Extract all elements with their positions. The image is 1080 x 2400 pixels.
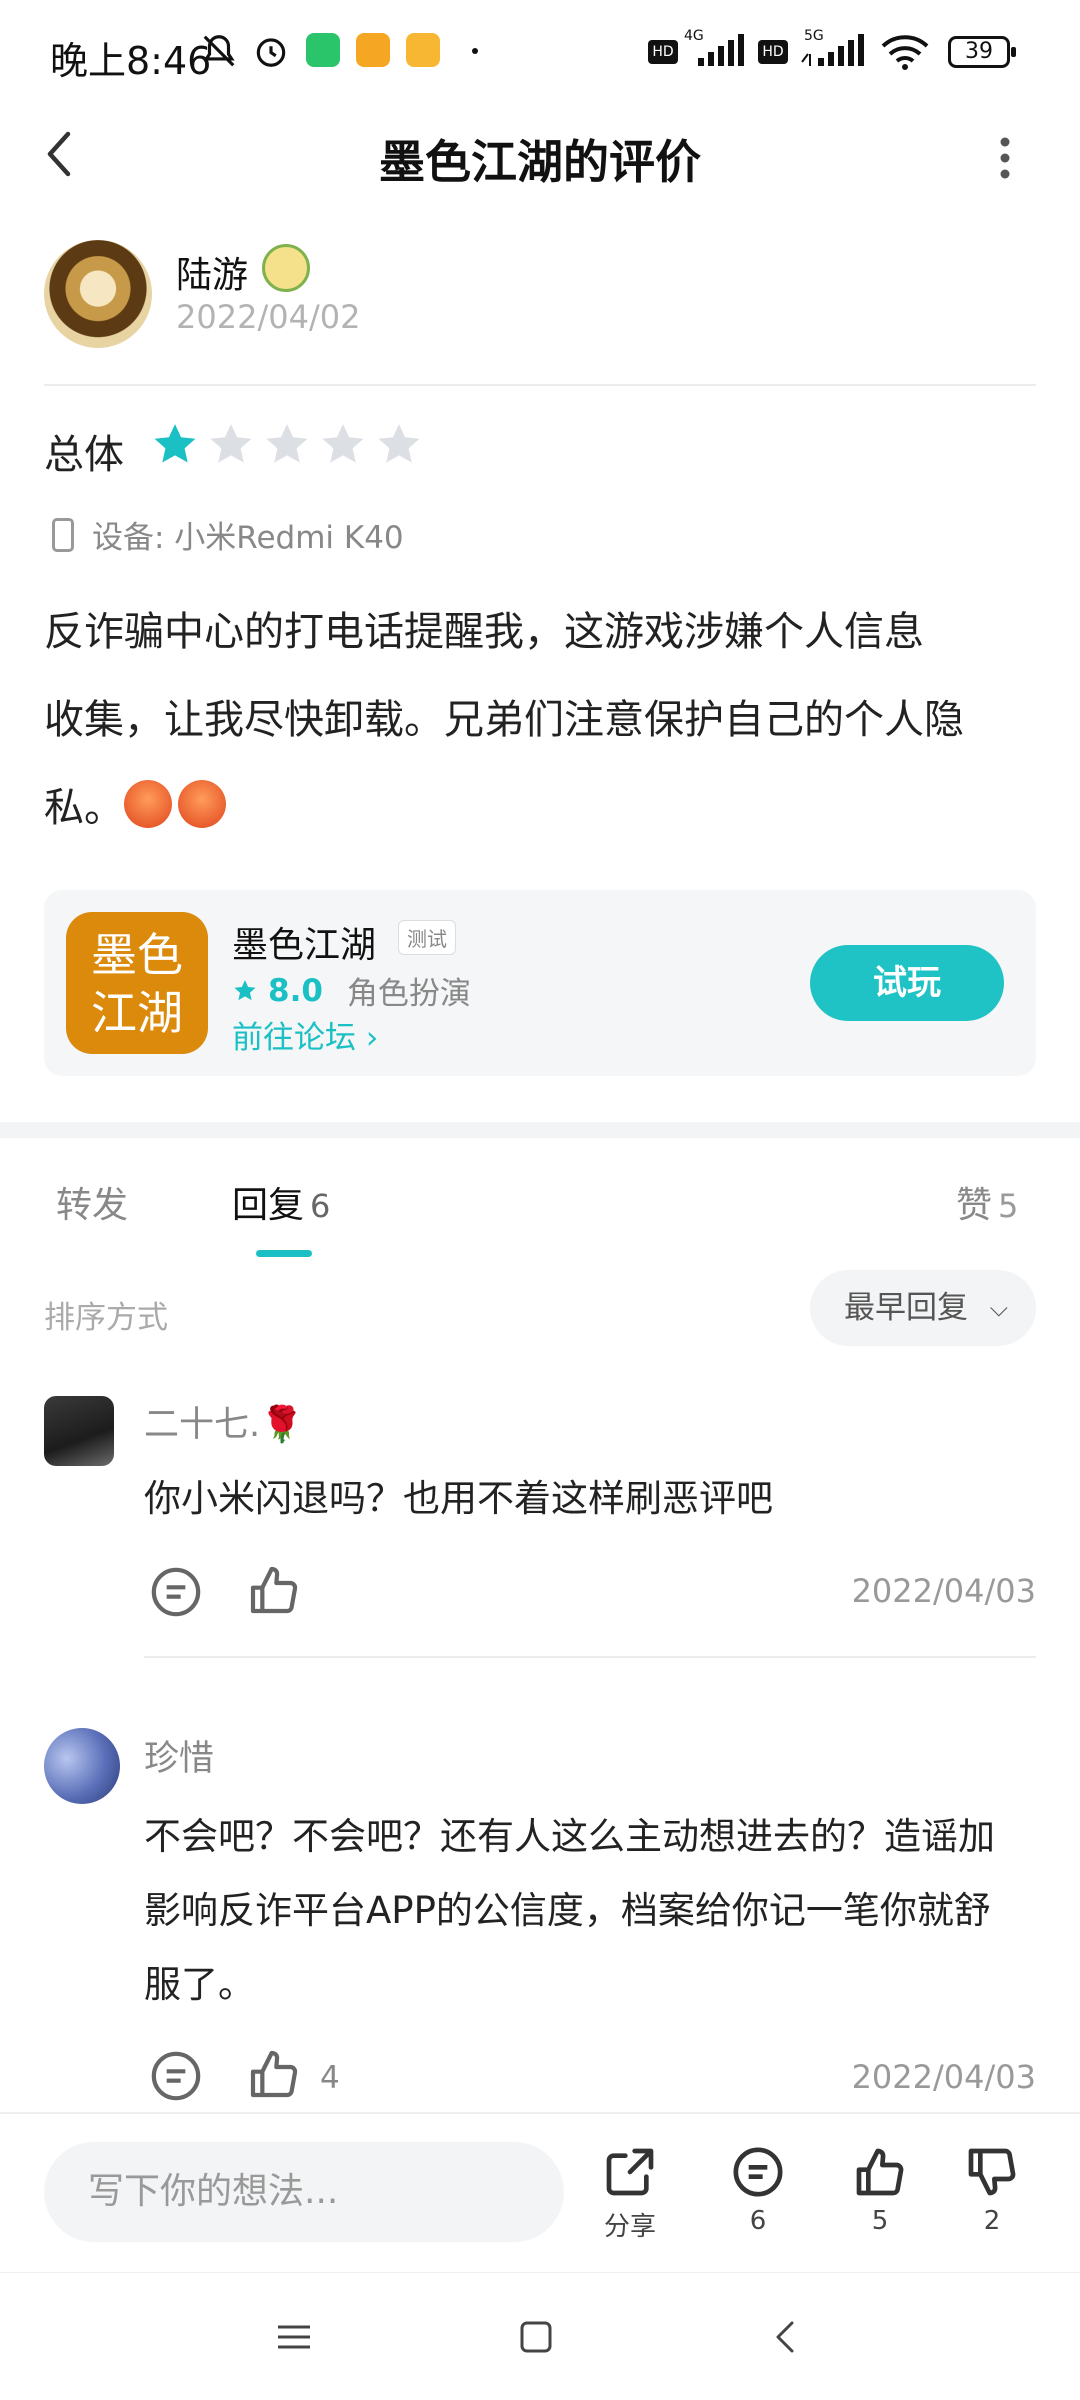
thumbs-down-icon xyxy=(968,2148,1016,2196)
app-rating: 8.0 xyxy=(268,972,323,1009)
hd-badge-1: HD xyxy=(648,40,678,64)
tab-indicator xyxy=(256,1250,312,1257)
mail-app-icon xyxy=(356,33,390,67)
chevron-down-icon: ⌵ xyxy=(989,1294,1008,1322)
divider xyxy=(44,384,1036,386)
review-text: 反诈骗中心的打电话提醒我，这游戏涉嫌个人信息 收集，让我尽快卸载。兄弟们注意保护… xyxy=(44,588,1044,852)
dislike-count: 2 xyxy=(983,2206,1001,2236)
comment-icon[interactable] xyxy=(148,1564,204,1620)
angry-emoji-icon xyxy=(124,780,172,828)
app-rating-row: 8.0 角色扮演 xyxy=(232,968,471,1013)
menu-icon[interactable] xyxy=(274,2317,314,2357)
review-date: 2022/04/02 xyxy=(176,298,361,336)
tab-reply[interactable]: 回复 6 xyxy=(232,1176,330,1228)
like-button[interactable]: 5 xyxy=(830,2144,930,2236)
more-options-icon[interactable] xyxy=(990,134,1020,184)
device-label: 设备: 小米Redmi K40 xyxy=(92,520,404,556)
forum-link[interactable]: 前往论坛 › xyxy=(232,1012,378,1057)
reviewer-avatar[interactable] xyxy=(44,240,152,348)
signal-icon-1 xyxy=(698,34,744,66)
alarm-icon xyxy=(256,38,286,67)
angry-emoji-icon xyxy=(178,780,226,828)
mute-notification-icon xyxy=(203,35,235,67)
sort-label: 排序方式 xyxy=(44,1300,168,1336)
status-bar: 晚上8:46 HD 4G HD 5G 39 xyxy=(0,0,1080,100)
star-empty-icon xyxy=(210,424,252,463)
reply-like-count: 4 xyxy=(320,2060,340,2096)
system-nav-bar xyxy=(0,2272,1080,2400)
shield-app-icon xyxy=(306,33,340,67)
reply-avatar[interactable] xyxy=(44,1396,114,1466)
thumbs-up-icon[interactable] xyxy=(246,1562,302,1618)
star-empty-icon xyxy=(266,424,308,463)
star-empty-icon xyxy=(378,424,420,463)
dislike-button[interactable]: 2 xyxy=(942,2144,1042,2236)
sort-dropdown[interactable]: 最早回复 ⌵ xyxy=(810,1270,1036,1346)
page-title: 墨色江湖的评价 xyxy=(379,135,701,189)
divider xyxy=(144,1656,1036,1658)
app-card[interactable]: 墨色 江湖 墨色江湖 测试 8.0 角色扮演 前往论坛 › 试玩 xyxy=(44,890,1036,1076)
reply-author[interactable]: 珍惜 xyxy=(144,1730,214,1781)
signal-icon-2 xyxy=(801,34,864,66)
comment-count: 6 xyxy=(749,2206,767,2236)
reply-date: 2022/04/03 xyxy=(851,2058,1036,2096)
note-app-icon xyxy=(406,33,440,67)
star-filled-icon xyxy=(154,424,196,463)
test-tag: 测试 xyxy=(398,920,456,955)
app-name[interactable]: 墨色江湖 xyxy=(232,916,376,968)
comment-icon xyxy=(733,2147,783,2197)
share-icon xyxy=(606,2148,654,2196)
reply-date: 2022/04/03 xyxy=(851,1572,1036,1610)
app-icon[interactable]: 墨色 江湖 xyxy=(66,912,208,1054)
tab-forward[interactable]: 转发 xyxy=(56,1176,128,1228)
reply-text: 你小米闪退吗？也用不着这样刷恶评吧 xyxy=(144,1477,773,1520)
thumbs-up-icon xyxy=(856,2148,904,2196)
reviewer-name[interactable]: 陆游 xyxy=(176,246,248,298)
try-button[interactable]: 试玩 xyxy=(810,945,1004,1021)
chevron-right-icon: › xyxy=(365,1020,379,1056)
rating-stars xyxy=(150,420,424,470)
comment-button[interactable]: 6 xyxy=(708,2144,808,2236)
star-icon xyxy=(234,979,256,1000)
thumbs-up-icon[interactable] xyxy=(246,2046,302,2102)
review-text-line: 私。 xyxy=(44,764,1044,852)
back-nav-icon[interactable] xyxy=(766,2317,806,2357)
reply-author[interactable]: 二十七.🌹 xyxy=(144,1396,304,1447)
reply-text: 不会吧？不会吧？还有人这么主动想进去的？造谣加 影响反诈平台APP的公信度，档案… xyxy=(144,1815,995,2006)
bottom-action-bar: 写下你的想法... 分享 6 5 2 xyxy=(0,2112,1080,2272)
user-badge-icon xyxy=(262,244,310,292)
phone-icon xyxy=(52,517,74,552)
battery-indicator: 39 xyxy=(948,36,1016,68)
reply-avatar[interactable] xyxy=(44,1728,120,1804)
hd-badge-2: HD xyxy=(758,40,788,64)
device-info: 设备: 小米Redmi K40 xyxy=(52,512,404,557)
overall-label: 总体 xyxy=(44,432,124,478)
app-genre: 角色扮演 xyxy=(346,976,471,1012)
wifi-icon xyxy=(881,35,929,70)
share-label: 分享 xyxy=(603,2212,656,2242)
comment-input[interactable]: 写下你的想法... xyxy=(44,2142,564,2242)
home-icon[interactable] xyxy=(516,2317,556,2357)
share-button[interactable]: 分享 xyxy=(580,2144,680,2243)
section-divider xyxy=(0,1122,1080,1138)
review-text-line: 收集，让我尽快卸载。兄弟们注意保护自己的个人隐 xyxy=(44,697,964,743)
comment-icon[interactable] xyxy=(148,2048,204,2104)
status-time: 晚上8:46 xyxy=(50,39,212,83)
star-empty-icon xyxy=(322,424,364,463)
more-notifications-dot xyxy=(472,48,478,54)
tab-like[interactable]: 赞5 xyxy=(956,1176,1018,1228)
review-text-line: 反诈骗中心的打电话提醒我，这游戏涉嫌个人信息 xyxy=(44,609,924,655)
like-count: 5 xyxy=(871,2206,889,2236)
